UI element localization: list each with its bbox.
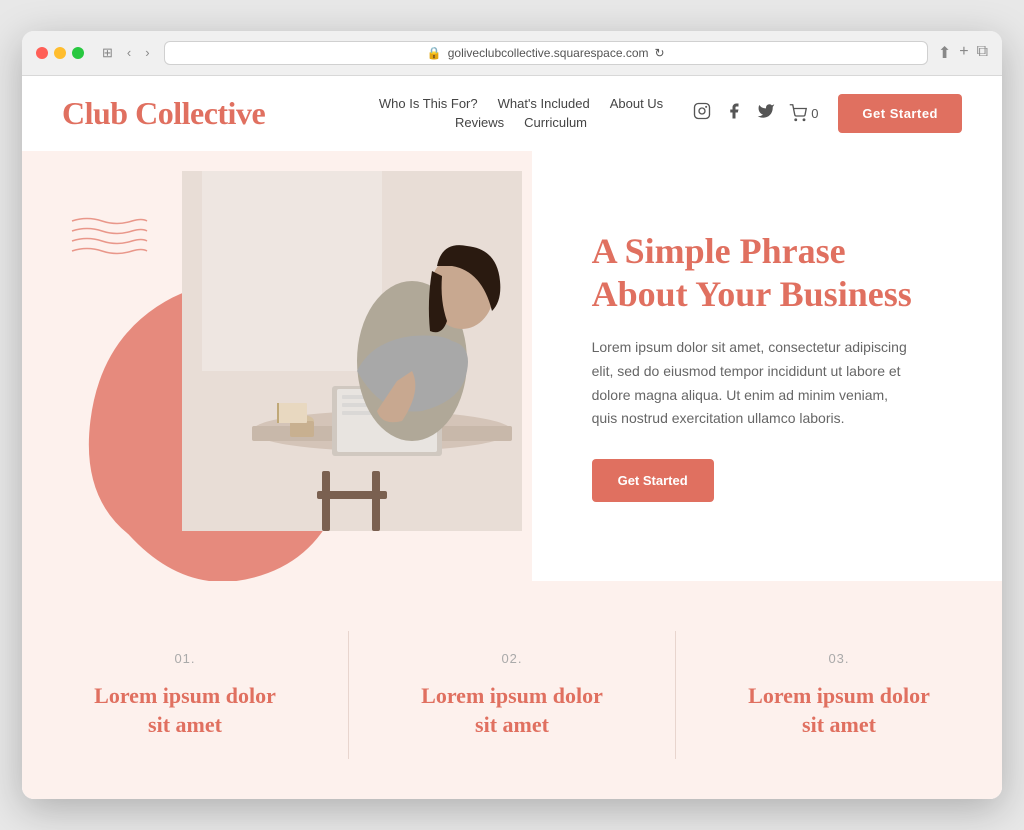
browser-controls: ⊞ ‹ › — [98, 43, 154, 63]
minimize-button[interactable] — [54, 47, 66, 59]
nav-social-icons: 0 — [693, 102, 818, 125]
tabs-icon[interactable]: ⧉ — [977, 43, 988, 63]
maximize-button[interactable] — [72, 47, 84, 59]
nav-row-2: Reviews Curriculum — [455, 115, 587, 130]
feature-number-1: 01. — [62, 651, 308, 666]
lock-icon: 🔒 — [427, 46, 442, 60]
facebook-icon[interactable] — [725, 102, 743, 125]
forward-button[interactable]: › — [141, 43, 153, 63]
browser-actions: ⬆ + ⧉ — [938, 43, 988, 63]
feature-item-2: 02. Lorem ipsum dolorsit amet — [349, 631, 676, 759]
address-bar[interactable]: 🔒 goliveclubcollective.squarespace.com ↻ — [164, 41, 928, 65]
feature-item-3: 03. Lorem ipsum dolorsit amet — [676, 631, 1002, 759]
share-icon[interactable]: ⬆ — [938, 43, 951, 63]
nav-link-reviews[interactable]: Reviews — [455, 115, 504, 130]
hero-right: A Simple Phrase About Your Business Lore… — [532, 151, 1002, 581]
feature-title-3: Lorem ipsum dolorsit amet — [716, 682, 962, 739]
refresh-icon[interactable]: ↻ — [655, 46, 665, 60]
feature-number-2: 02. — [389, 651, 635, 666]
person-illustration — [182, 171, 522, 531]
sidebar-toggle-button[interactable]: ⊞ — [98, 43, 117, 63]
hero-image — [182, 171, 522, 531]
cart-icon[interactable]: 0 — [789, 104, 818, 122]
browser-chrome: ⊞ ‹ › 🔒 goliveclubcollective.squarespace… — [22, 31, 1002, 76]
new-tab-icon[interactable]: + — [959, 43, 968, 63]
nav-links: Who Is This For? What's Included About U… — [379, 96, 663, 130]
nav-cta-button[interactable]: Get Started — [838, 94, 962, 133]
brand-logo[interactable]: Club Collective — [62, 95, 265, 132]
nav-link-included[interactable]: What's Included — [498, 96, 590, 111]
hero-body-text: Lorem ipsum dolor sit amet, consectetur … — [592, 336, 912, 431]
feature-item-1: 01. Lorem ipsum dolorsit amet — [22, 631, 349, 759]
back-button[interactable]: ‹ — [123, 43, 135, 63]
nav-link-about[interactable]: About Us — [610, 96, 663, 111]
hero-cta-button[interactable]: Get Started — [592, 459, 714, 502]
feature-title-2: Lorem ipsum dolorsit amet — [389, 682, 635, 739]
twitter-icon[interactable] — [757, 102, 775, 125]
hero-left — [22, 151, 532, 581]
hero-heading: A Simple Phrase About Your Business — [592, 230, 952, 316]
traffic-lights — [36, 47, 84, 59]
browser-window: ⊞ ‹ › 🔒 goliveclubcollective.squarespace… — [22, 31, 1002, 799]
nav-row-1: Who Is This For? What's Included About U… — [379, 96, 663, 111]
close-button[interactable] — [36, 47, 48, 59]
nav-link-curriculum[interactable]: Curriculum — [524, 115, 587, 130]
hero-heading-line2: About Your Business — [592, 274, 912, 314]
hero-heading-line1: A Simple Phrase — [592, 231, 846, 271]
feature-title-1: Lorem ipsum dolorsit amet — [62, 682, 308, 739]
nav-link-who[interactable]: Who Is This For? — [379, 96, 478, 111]
navigation: Club Collective Who Is This For? What's … — [22, 76, 1002, 151]
hero-section: A Simple Phrase About Your Business Lore… — [22, 151, 1002, 581]
feature-number-3: 03. — [716, 651, 962, 666]
website-content: Club Collective Who Is This For? What's … — [22, 76, 1002, 799]
instagram-icon[interactable] — [693, 102, 711, 125]
url-text: goliveclubcollective.squarespace.com — [448, 46, 649, 60]
features-section: 01. Lorem ipsum dolorsit amet 02. Lorem … — [22, 581, 1002, 799]
cart-count: 0 — [811, 106, 818, 121]
